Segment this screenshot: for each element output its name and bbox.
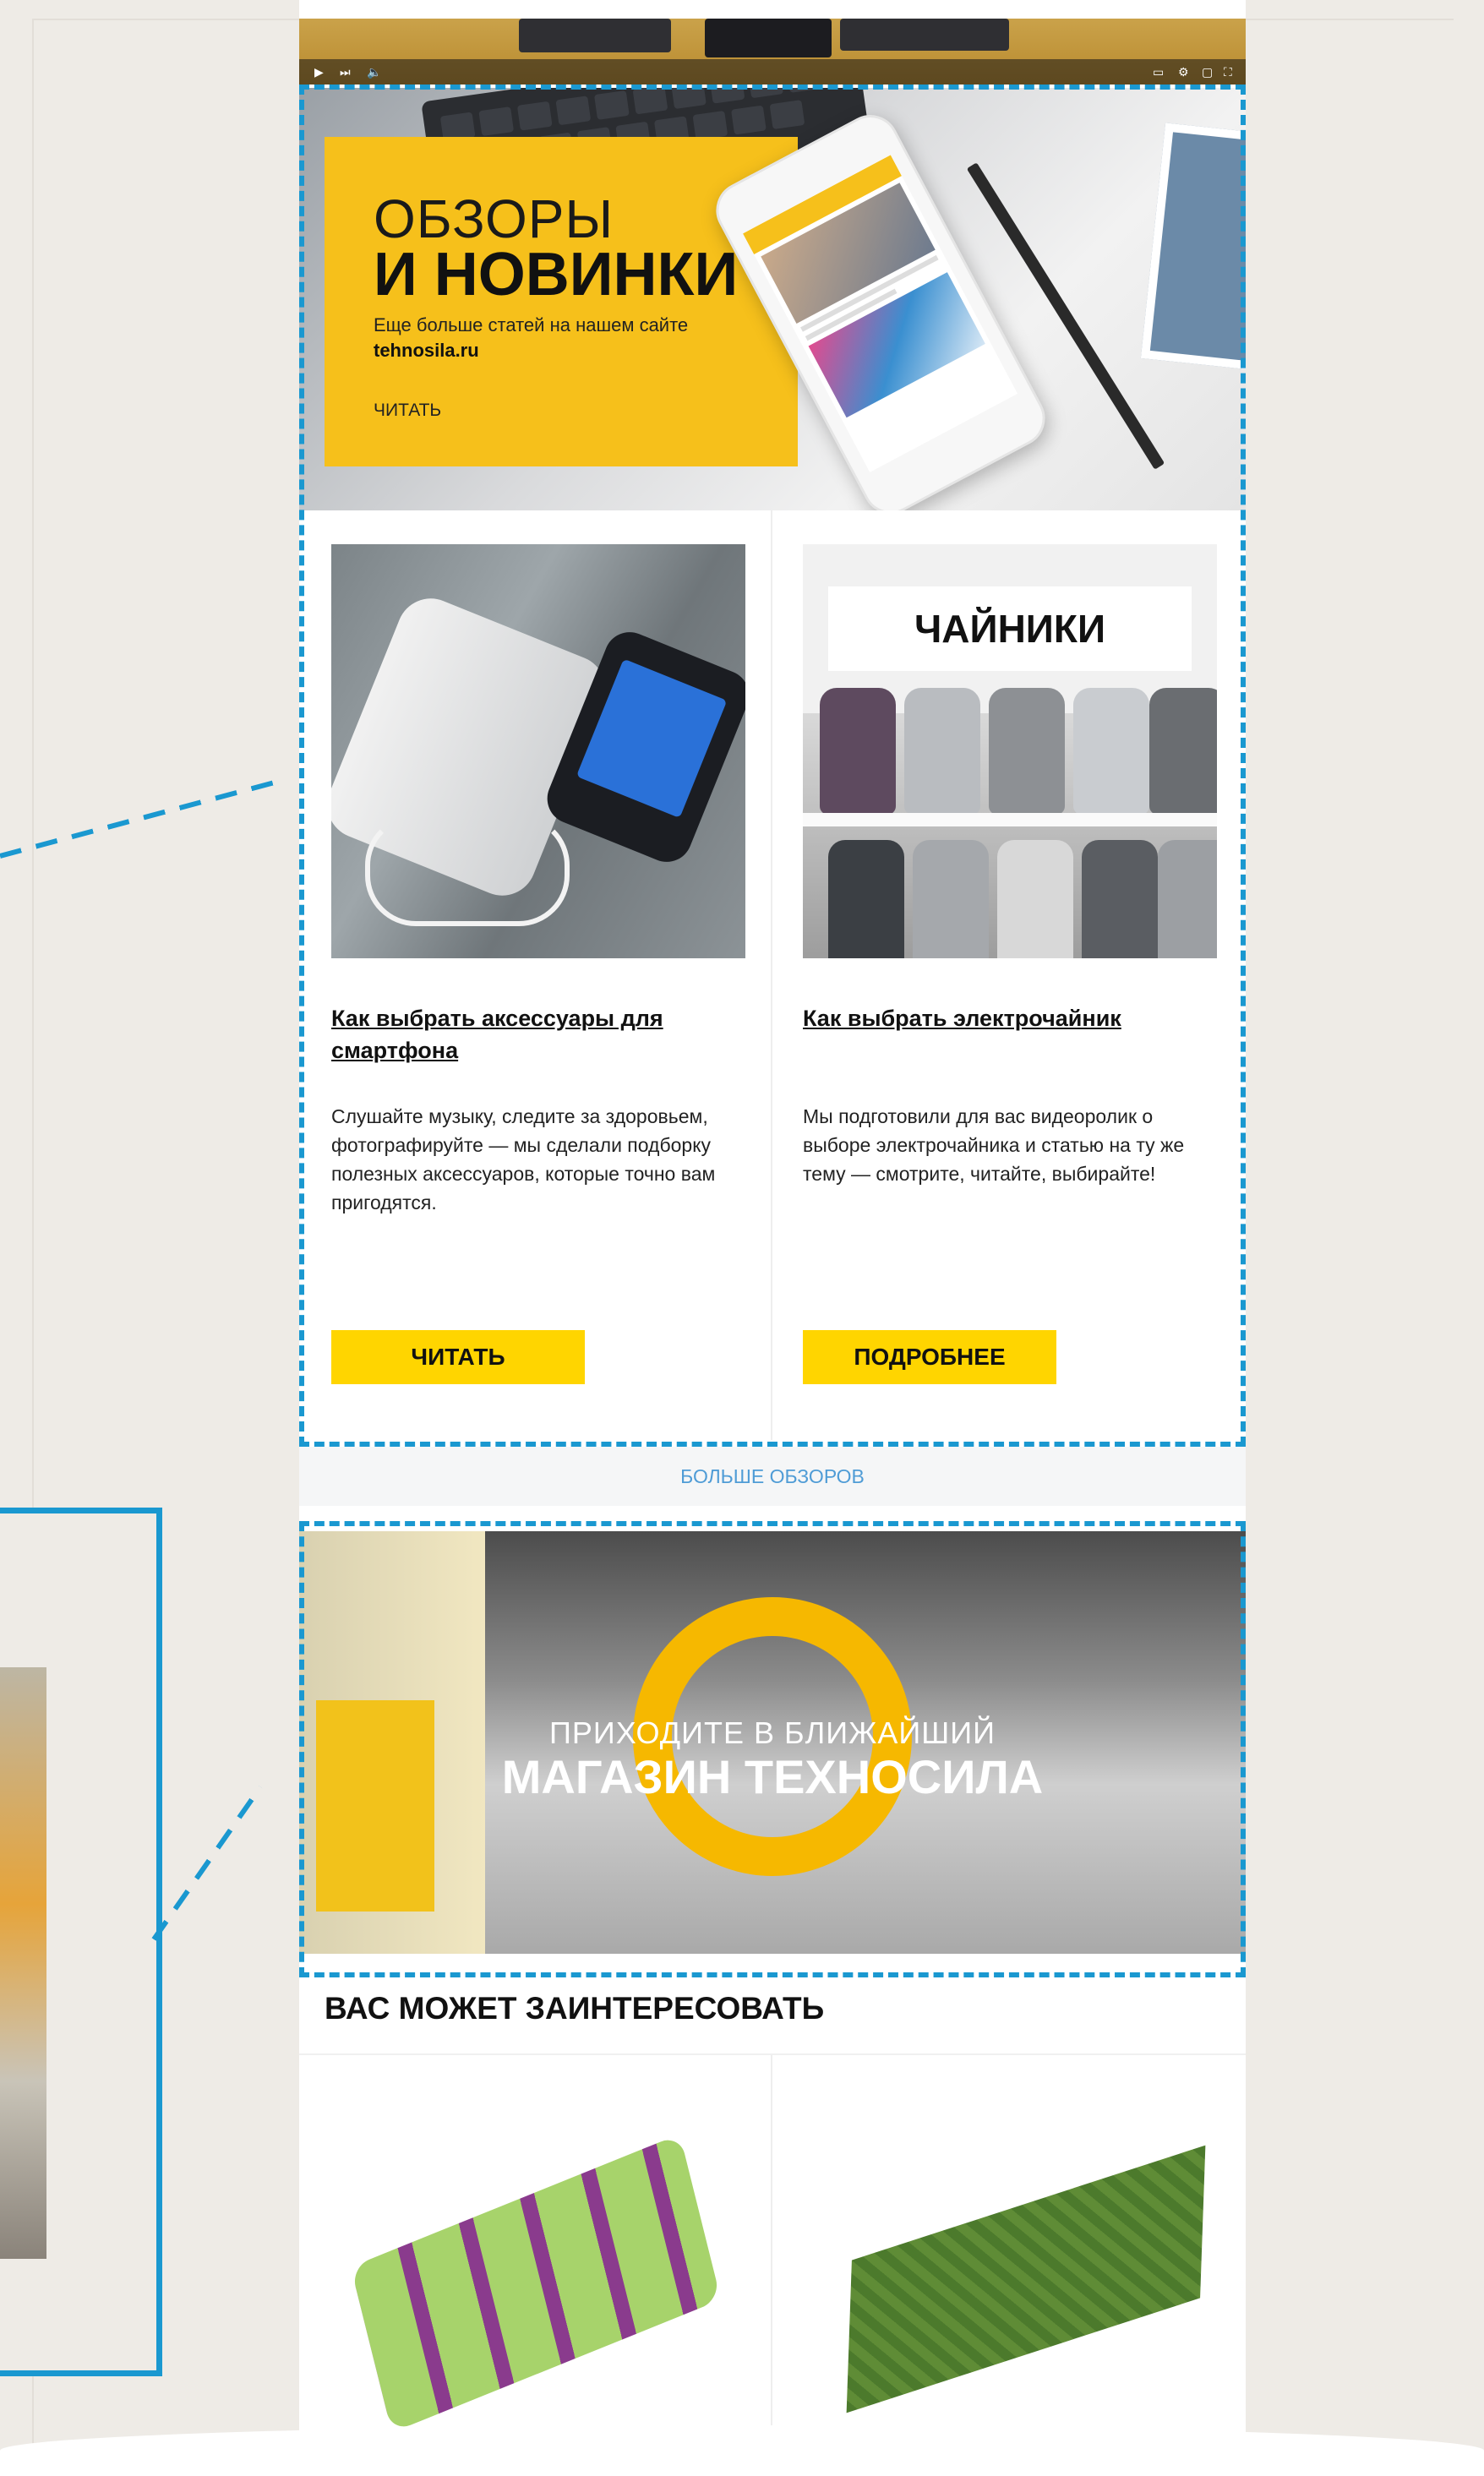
interest-section [299,2053,1246,2457]
product-image-cushion-mat[interactable] [350,2134,722,2433]
play-icon[interactable]: ▶ [314,65,324,79]
more-reviews-link[interactable]: БОЛЬШЕ ОБЗОРОВ [299,1447,1246,1506]
zoom-store-photo [0,1667,46,2259]
volume-icon[interactable]: 🔈 [367,65,381,79]
fullscreen-icon[interactable]: ⛶ [1224,65,1232,79]
page-curl [0,2425,1484,2476]
next-icon[interactable]: ⏭ [340,65,351,79]
product-image-green-mat[interactable] [846,2145,1206,2413]
settings-icon[interactable]: ⚙ [1178,65,1189,79]
zoom-frame [0,1508,162,2376]
video-controls: ▶ ⏭ 🔈 ▭ ⚙ ▢ ⛶ [299,59,1246,85]
interest-heading: ВАС МОЖЕТ ЗАИНТЕРЕСОВАТЬ [325,1991,825,2026]
video-player[interactable]: ▶ ⏭ 🔈 ▭ ⚙ ▢ ⛶ [299,19,1246,85]
column-divider [771,2055,772,2457]
highlight-frame-store [299,1521,1246,1977]
email-preview: ▶ ⏭ 🔈 ▭ ⚙ ▢ ⛶ ОБЗОРЫ И НОВИНКИ Еще больш… [299,0,1246,2457]
miniplayer-icon[interactable]: ▢ [1202,65,1213,79]
highlight-frame-reviews [299,85,1246,1447]
subtitles-icon[interactable]: ▭ [1153,65,1164,79]
